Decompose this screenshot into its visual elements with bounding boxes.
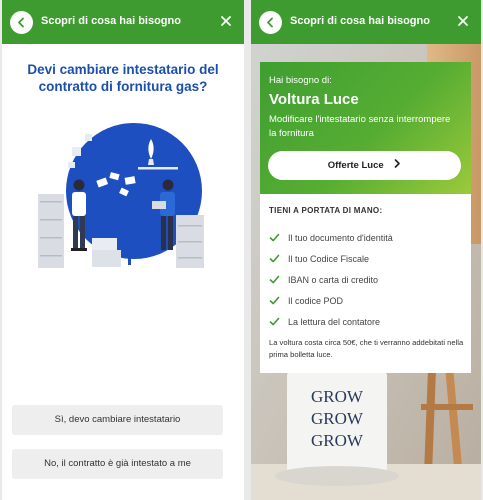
check-icon: [269, 275, 280, 284]
check-icon: [269, 296, 280, 305]
close-button[interactable]: [455, 13, 471, 29]
top-bar: Scopri di cosa hai bisogno: [2, 0, 244, 44]
choice-no-button[interactable]: No, il contratto è già intestato a me: [12, 449, 223, 479]
close-button[interactable]: [218, 13, 234, 29]
requirements-panel: TIENI A PORTATA DI MANO: Il tuo document…: [260, 194, 471, 373]
back-arrow-icon: [267, 17, 273, 28]
hero-title: Voltura Luce: [269, 91, 359, 108]
offers-button-label: Offerte Luce: [327, 160, 384, 171]
cost-note: La voltura costa circa 50€, che ti verra…: [269, 338, 464, 359]
back-arrow-icon: [18, 17, 24, 28]
mug-text-1: GROW: [311, 387, 364, 406]
check-icon: [269, 254, 280, 263]
office-illustration: [38, 123, 204, 268]
hero-subtitle: Hai bisogno di:: [269, 75, 332, 86]
question-screen: Scopri di cosa hai bisogno Devi cambiare…: [2, 0, 244, 500]
back-button[interactable]: [10, 11, 33, 34]
check-icon: [269, 233, 280, 242]
result-screen: GROW GROW GROW Scopri di cosa hai bisogn…: [251, 0, 481, 500]
list-item: La lettura del contatore: [269, 311, 393, 332]
check-icon: [269, 317, 280, 326]
chevron-right-icon: [394, 151, 401, 180]
list-item: Il codice POD: [269, 290, 393, 311]
service-hero-card: Hai bisogno di: Voltura Luce Modificare …: [260, 62, 471, 194]
list-item-label: IBAN o carta di credito: [288, 274, 379, 285]
list-item: IBAN o carta di credito: [269, 269, 393, 290]
hero-description: Modificare l'intestatario senza interrom…: [269, 114, 451, 139]
list-item-label: Il codice POD: [288, 295, 344, 306]
list-item-label: Il tuo Codice Fiscale: [288, 253, 370, 264]
panel-heading: TIENI A PORTATA DI MANO:: [269, 206, 383, 215]
list-item: Il tuo documento d'identità: [269, 227, 393, 248]
question-title: Devi cambiare intestatario del contratto…: [27, 62, 219, 94]
back-button[interactable]: [259, 11, 282, 34]
requirements-list: Il tuo documento d'identità Il tuo Codic…: [269, 227, 393, 332]
mug-text-3: GROW: [311, 431, 364, 450]
top-bar: Scopri di cosa hai bisogno: [251, 0, 481, 44]
topbar-title: Scopri di cosa hai bisogno: [290, 15, 430, 27]
topbar-title: Scopri di cosa hai bisogno: [41, 15, 181, 27]
list-item-label: Il tuo documento d'identità: [288, 232, 393, 243]
choice-yes-button[interactable]: Sì, devo cambiare intestatario: [12, 405, 223, 435]
offers-button[interactable]: Offerte Luce: [268, 151, 461, 180]
list-item: Il tuo Codice Fiscale: [269, 248, 393, 269]
close-icon: [458, 16, 468, 26]
mug-text-2: GROW: [311, 409, 364, 428]
list-item-label: La lettura del contatore: [288, 316, 381, 327]
close-icon: [221, 16, 231, 26]
